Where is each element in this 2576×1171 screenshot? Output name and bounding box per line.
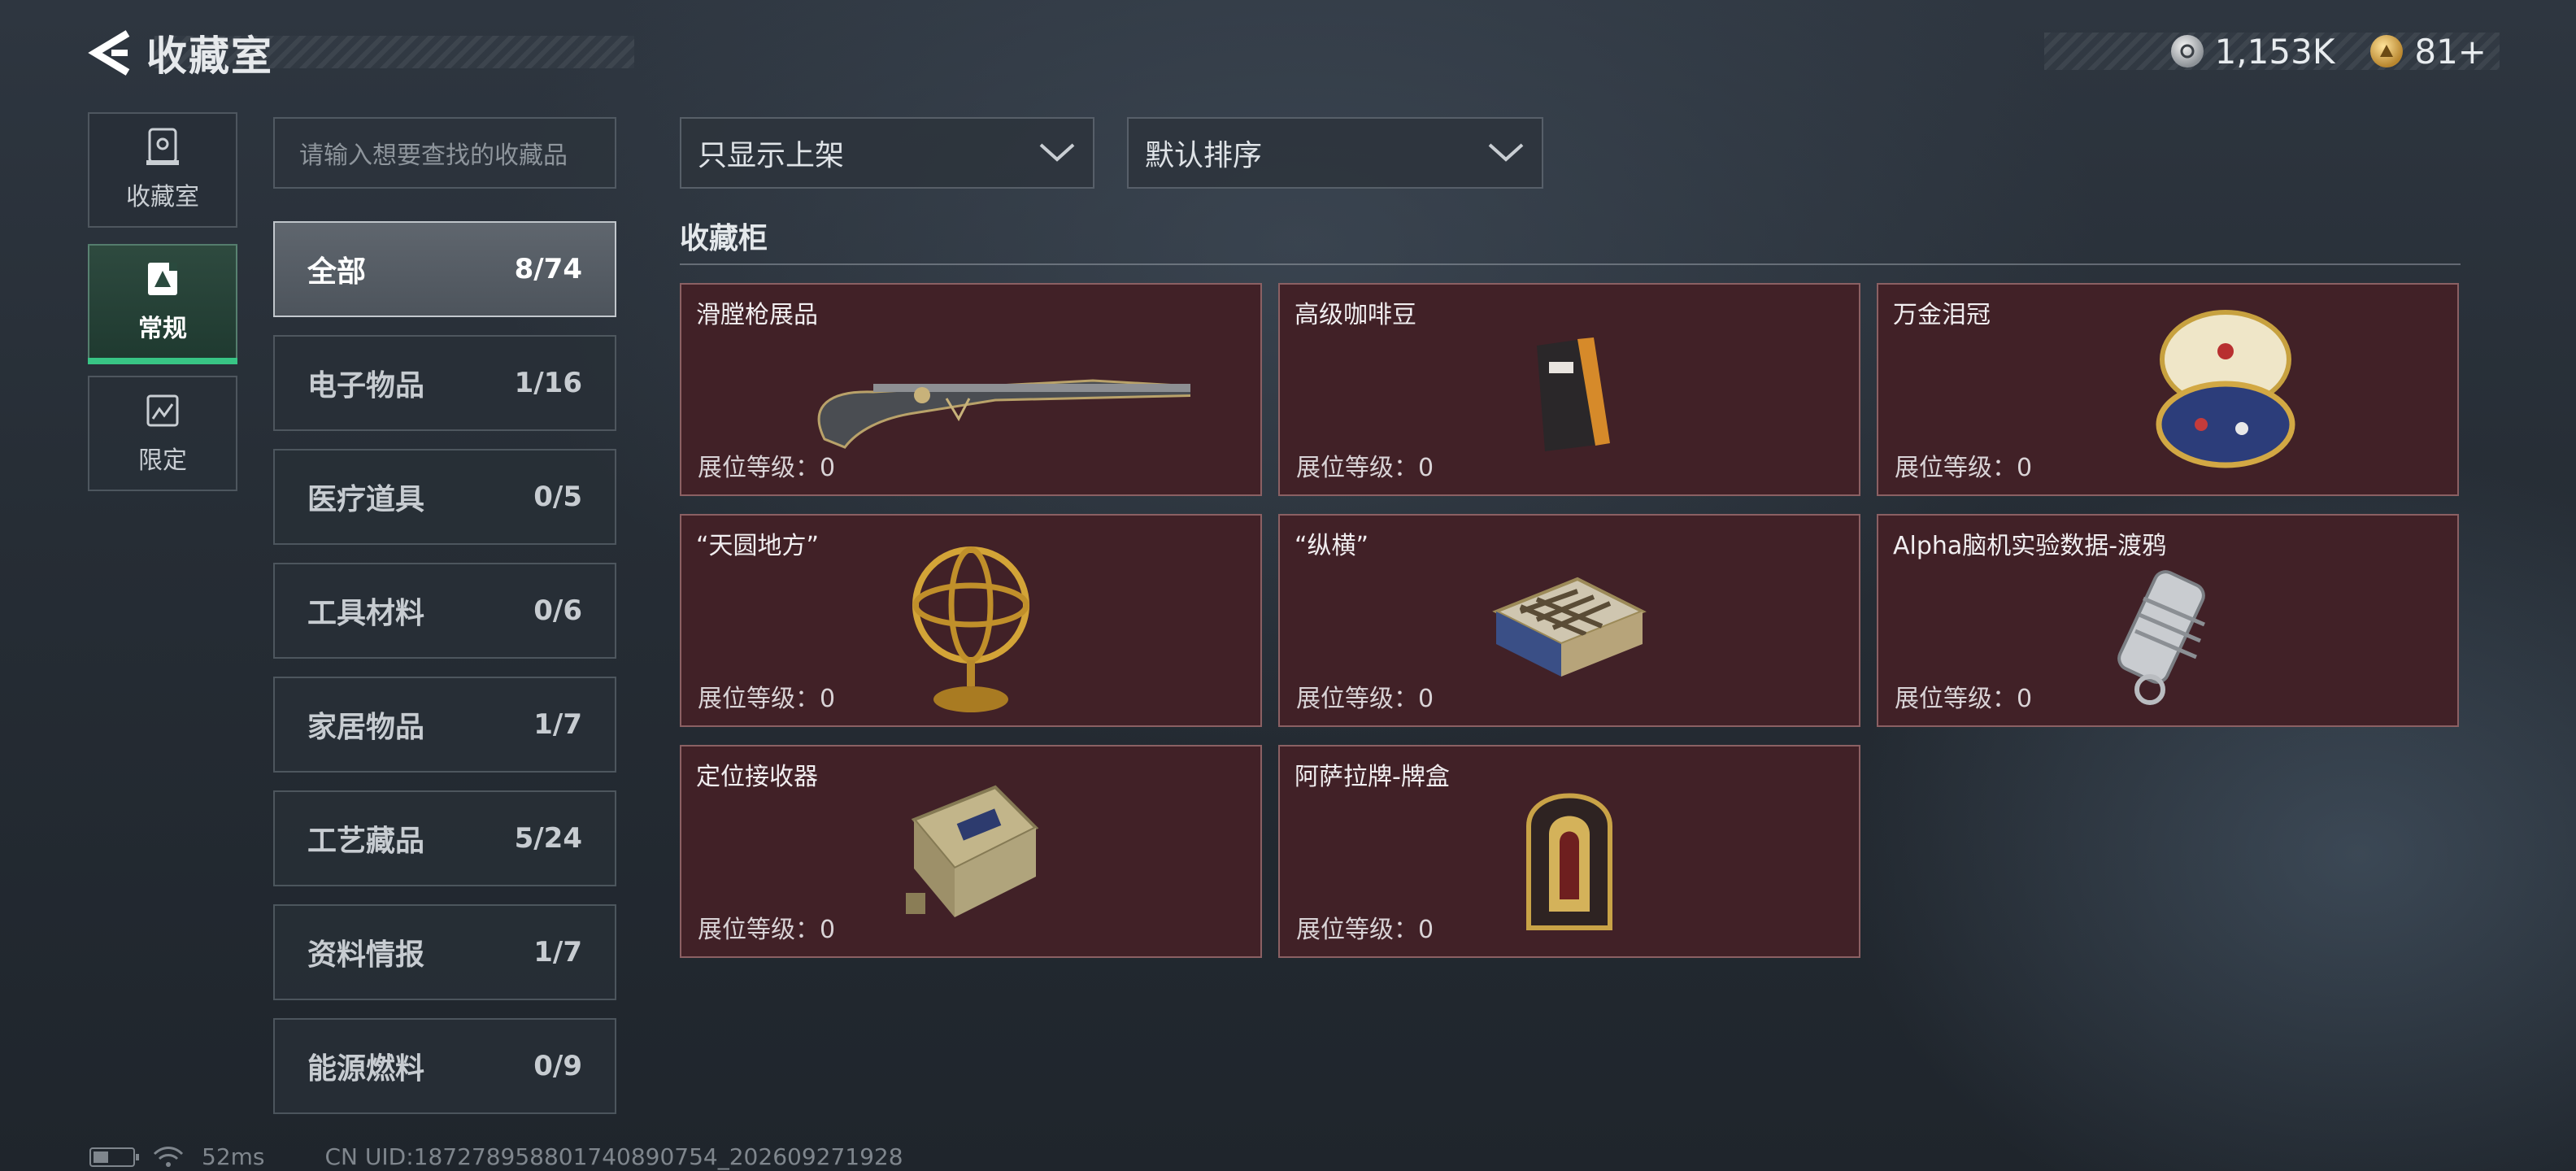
sort-dropdown[interactable]: 默认排序	[1127, 117, 1543, 189]
currency-bar: 1,153K 81+	[2044, 31, 2500, 72]
filter-value: 只显示上架	[698, 139, 845, 172]
data-drive-icon	[2117, 570, 2205, 705]
collection-card[interactable]: 高级咖啡豆 展位等级：0	[1278, 283, 1860, 496]
card-level: 展位等级：0	[698, 916, 836, 944]
category-tools[interactable]: 工具材料 0/6	[273, 563, 616, 659]
category-all[interactable]: 全部 8/74	[273, 221, 616, 317]
filter-dropdown[interactable]: 只显示上架	[680, 117, 1094, 189]
card-name: 万金泪冠	[1893, 301, 1991, 329]
chevron-down-icon	[1488, 143, 1524, 162]
back-arrow-icon	[88, 30, 130, 76]
coffee-bag-icon	[1537, 337, 1610, 451]
jeweled-egg-icon	[2156, 310, 2295, 468]
card-name: “纵横”	[1295, 532, 1369, 560]
collection-card[interactable]: “纵横” 展位等级：0	[1278, 514, 1860, 727]
category-list: 全部 8/74 电子物品 1/16 医疗道具 0/5 工具材料 0/6 家居物品…	[273, 221, 616, 1132]
sort-value: 默认排序	[1145, 139, 1263, 172]
category-household[interactable]: 家居物品 1/7	[273, 677, 616, 773]
card-box-icon	[1526, 793, 1612, 930]
category-crafts[interactable]: 工艺藏品 5/24	[273, 790, 616, 886]
nav-label: 限定	[138, 446, 187, 475]
collection-room-icon	[146, 128, 179, 165]
silver-amount: 1,153K	[2214, 31, 2335, 72]
left-nav: 收藏室 常规 限定	[88, 112, 237, 507]
category-energy[interactable]: 能源燃料 0/9	[273, 1018, 616, 1114]
collection-card[interactable]: Alpha脑机实验数据-渡鸦 展位等级：0	[1877, 514, 2459, 727]
chevron-down-icon	[1039, 143, 1075, 162]
battery-icon	[89, 1147, 139, 1167]
card-level: 展位等级：0	[1895, 454, 2033, 482]
category-label: 家居物品	[307, 711, 425, 744]
collection-grid: 滑膛枪展品 展位等级：0 高级咖啡豆 展位等级：0 万金泪冠 展位等级：0 “天…	[680, 283, 2461, 958]
category-label: 电子物品	[307, 369, 425, 403]
uid-label: CN UID:1872789588017408907​54_2026092719…	[324, 1143, 903, 1170]
back-button[interactable]	[81, 24, 138, 81]
collection-card[interactable]: “天圆地方” 展位等级：0	[680, 514, 1262, 727]
section-divider	[680, 263, 2461, 265]
category-electronics[interactable]: 电子物品 1/16	[273, 335, 616, 431]
card-name: “天圆地方”	[696, 532, 820, 560]
page-title: 收藏室	[146, 33, 273, 80]
gold-amount: 81+	[2414, 31, 2487, 72]
limited-icon	[146, 394, 179, 427]
gold-coin-icon	[2370, 35, 2404, 67]
nav-limited[interactable]: 限定	[88, 376, 237, 491]
category-count: 8/74	[514, 253, 582, 285]
search-placeholder: 请输入想要查找的收藏品	[299, 141, 568, 170]
header: 收藏室	[81, 24, 634, 81]
category-count: 0/5	[533, 481, 582, 513]
category-label: 医疗道具	[307, 483, 425, 516]
collection-card[interactable]: 滑膛枪展品 展位等级：0	[680, 283, 1262, 496]
wifi-icon	[153, 1146, 184, 1167]
category-count: 1/16	[514, 367, 582, 399]
nav-regular[interactable]: 常规	[88, 244, 237, 364]
category-count: 0/6	[533, 594, 582, 627]
card-level: 展位等级：0	[698, 685, 836, 713]
nav-label: 收藏室	[126, 183, 199, 211]
silver-coin-icon	[2170, 35, 2204, 67]
armillary-sphere-icon	[912, 546, 1029, 712]
category-count: 0/9	[533, 1050, 582, 1082]
collection-card[interactable]: 定位接收器 展位等级：0	[680, 745, 1262, 958]
card-name: 高级咖啡豆	[1295, 301, 1416, 329]
section-title: 收藏柜	[680, 222, 768, 255]
category-label: 工艺藏品	[307, 825, 425, 858]
search-input[interactable]: 请输入想要查找的收藏品	[273, 117, 616, 189]
category-label: 工具材料	[307, 597, 425, 630]
category-intel[interactable]: 资料情报 1/7	[273, 904, 616, 1000]
category-label: 能源燃料	[307, 1052, 425, 1086]
card-level: 展位等级：0	[1296, 916, 1434, 944]
card-level: 展位等级：0	[1895, 685, 2033, 713]
category-label: 全部	[307, 255, 367, 289]
category-count: 1/7	[533, 708, 582, 741]
status-footer: 52ms CN UID:1872789588017408907​54_20260…	[89, 1143, 903, 1170]
category-medical[interactable]: 医疗道具 0/5	[273, 449, 616, 545]
category-count: 1/7	[533, 936, 582, 969]
card-name: 定位接收器	[696, 763, 818, 791]
collection-card[interactable]: 万金泪冠 展位等级：0	[1877, 283, 2459, 496]
card-name: 阿萨拉牌-牌盒	[1295, 763, 1450, 791]
collection-card[interactable]: 阿萨拉牌-牌盒 展位等级：0	[1278, 745, 1860, 958]
nav-collection-room[interactable]: 收藏室	[88, 112, 237, 228]
card-level: 展位等级：0	[698, 454, 836, 482]
card-level: 展位等级：0	[1296, 685, 1434, 713]
category-count: 5/24	[514, 822, 582, 855]
regular-icon	[148, 263, 177, 295]
chess-box-icon	[1492, 577, 1647, 677]
receiver-device-icon	[906, 785, 1039, 917]
category-label: 资料情报	[307, 938, 425, 972]
nav-label: 常规	[138, 315, 187, 343]
card-level: 展位等级：0	[1296, 454, 1434, 482]
ping-value: 52ms	[202, 1143, 265, 1170]
